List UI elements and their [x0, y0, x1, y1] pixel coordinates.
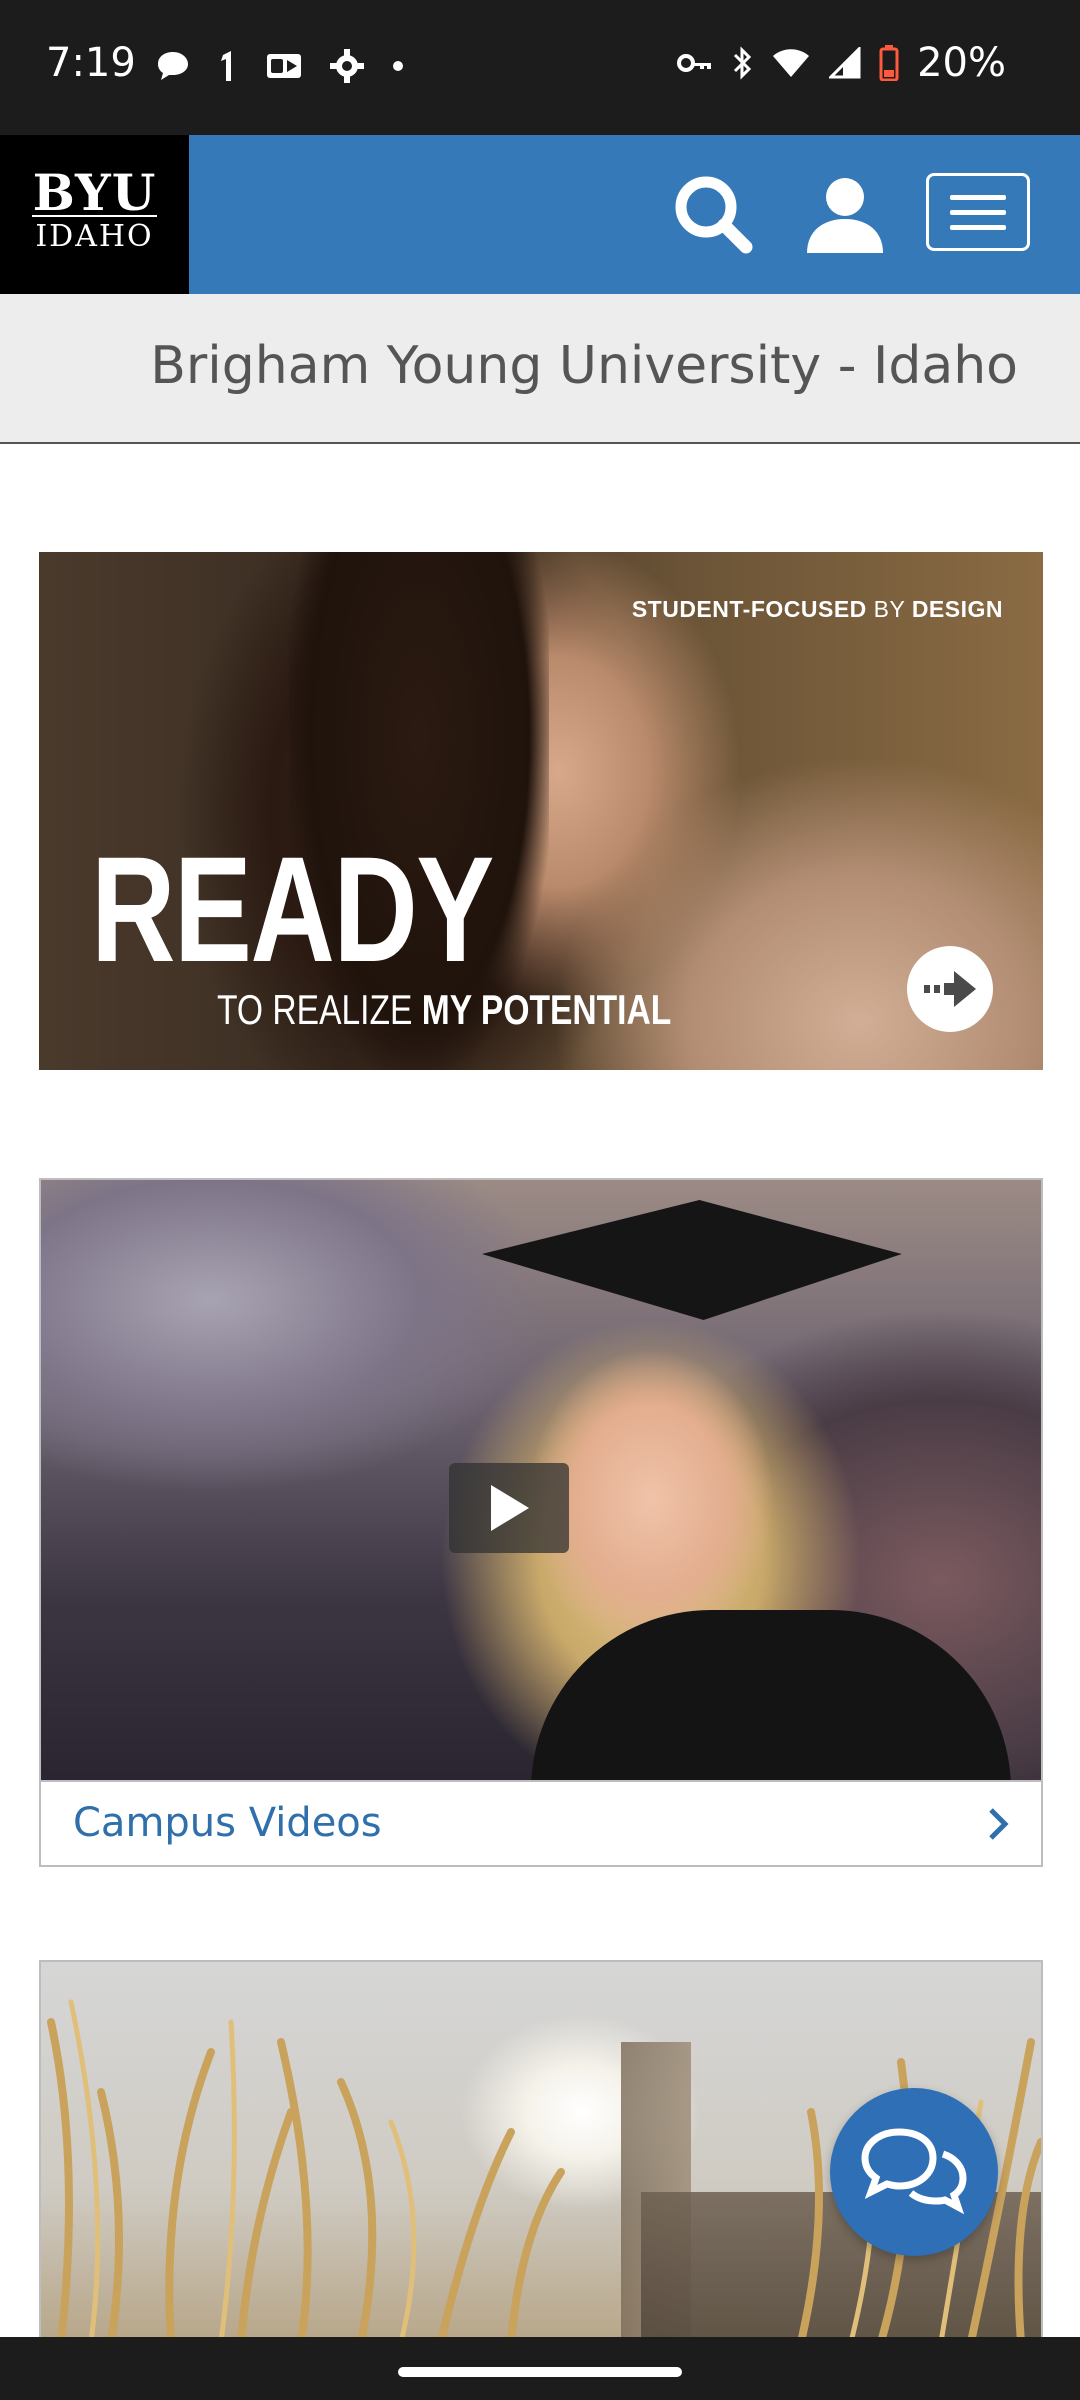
byu-idaho-logo[interactable]: BYU IDAHO	[0, 135, 189, 294]
banner-subline: TO REALIZE MY POTENTIAL	[217, 986, 671, 1034]
graduate-photo	[473, 1200, 910, 1320]
battery-percent: 20%	[917, 40, 1006, 86]
logo-idaho-text: IDAHO	[35, 219, 154, 254]
title-bar: Brigham Young University - Idaho	[0, 294, 1080, 444]
page-title: Brigham Young University - Idaho	[150, 336, 1018, 396]
user-icon	[807, 178, 883, 253]
chevron-right-icon	[989, 1808, 1009, 1840]
settings-icon	[330, 49, 364, 83]
banner-arrow-button[interactable]	[907, 946, 993, 1032]
video-link-row[interactable]: Campus Videos	[41, 1780, 1041, 1865]
system-nav-bar	[0, 2337, 1080, 2400]
video-thumbnail[interactable]	[41, 1180, 1041, 1780]
promo-banner[interactable]: STUDENT-FOCUSED BY DESIGN READY TO REALI…	[39, 552, 1043, 1070]
logo-byu-text: BYU	[32, 163, 157, 222]
banner-headline: READY	[91, 825, 494, 993]
battery-icon	[879, 45, 899, 81]
vpn-key-icon	[677, 54, 712, 72]
chat-button[interactable]	[830, 2088, 998, 2256]
search-icon	[675, 176, 753, 254]
hamburger-icon	[950, 194, 1006, 200]
cell-signal-icon	[829, 47, 861, 79]
status-system-icons: 20%	[677, 40, 1006, 86]
campus-videos-link[interactable]: Campus Videos	[73, 1800, 382, 1846]
search-button[interactable]	[666, 167, 762, 263]
play-button[interactable]	[449, 1463, 569, 1553]
account-button[interactable]	[797, 167, 893, 263]
hamburger-line	[950, 224, 1006, 230]
tagline-bold: STUDENT-FOCUSED	[631, 596, 867, 622]
tagline-end: DESIGN	[911, 596, 1003, 622]
dot-icon	[393, 61, 403, 71]
wifi-icon	[773, 49, 810, 77]
status-bar: 7:19 20%	[0, 0, 1080, 135]
banner-tagline: STUDENT-FOCUSED BY DESIGN	[632, 596, 1003, 623]
chat-bubbles-icon	[861, 2128, 967, 2215]
arrow-right-icon	[924, 971, 976, 1007]
chat-bubble-icon	[158, 52, 188, 80]
campus-videos-card[interactable]: Campus Videos	[39, 1178, 1043, 1867]
status-notification-icons	[155, 48, 405, 84]
signal-1-icon	[221, 51, 231, 81]
site-header: BYU IDAHO	[0, 135, 1080, 294]
outlook-icon	[267, 54, 301, 78]
menu-button[interactable]	[926, 173, 1030, 251]
subline-bold: MY POTENTIAL	[421, 986, 672, 1033]
tagline-mid: BY	[866, 596, 912, 622]
logo-divider	[32, 215, 157, 217]
hamburger-line	[950, 209, 1006, 215]
subline-light: TO REALIZE	[217, 986, 422, 1033]
status-time: 7:19	[46, 40, 136, 86]
graduate-gown	[531, 1610, 1011, 1780]
home-gesture-handle[interactable]	[398, 2367, 682, 2377]
play-icon	[491, 1485, 529, 1531]
bluetooth-icon	[734, 46, 752, 80]
